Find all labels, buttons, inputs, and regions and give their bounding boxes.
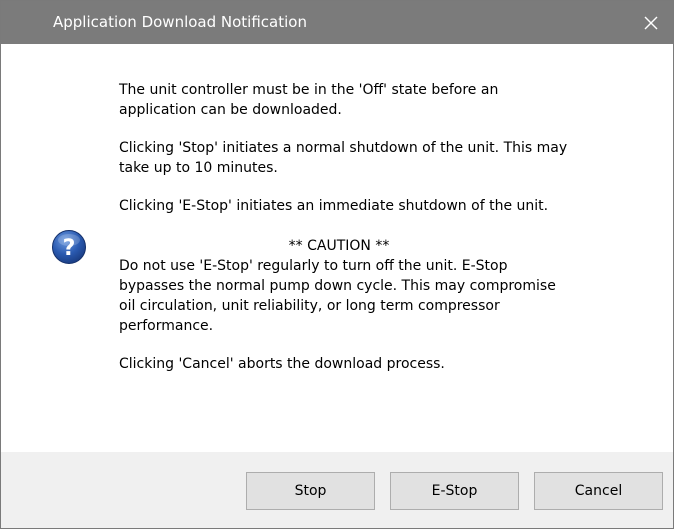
svg-text:?: ? [63, 236, 76, 261]
close-icon [644, 16, 658, 29]
cancel-button[interactable]: Cancel [534, 472, 663, 510]
dialog-content: ? The unit controller must be in the 'Of… [1, 44, 673, 452]
dialog-window: Application Download Notification ? The … [0, 0, 674, 529]
message-paragraph-off-state: The unit controller must be in the 'Off'… [119, 82, 499, 118]
question-icon: ? [52, 230, 86, 264]
stop-button[interactable]: Stop [246, 472, 375, 510]
button-bar: Stop E-Stop Cancel [1, 452, 673, 528]
window-title: Application Download Notification [53, 13, 307, 31]
message-paragraph-stop: Clicking 'Stop' initiates a normal shutd… [119, 140, 568, 176]
message-paragraph-estop: Clicking 'E-Stop' initiates an immediate… [119, 198, 549, 214]
message-caution: ** CAUTION ** Do not use 'E-Stop' regula… [119, 236, 629, 336]
e-stop-button[interactable]: E-Stop [390, 472, 519, 510]
close-button[interactable] [629, 1, 673, 44]
title-bar[interactable]: Application Download Notification [1, 1, 673, 44]
message-paragraph-cancel: Clicking 'Cancel' aborts the download pr… [119, 356, 445, 372]
caution-title: ** CAUTION ** [288, 238, 390, 254]
message-text: The unit controller must be in the 'Off'… [119, 80, 629, 392]
